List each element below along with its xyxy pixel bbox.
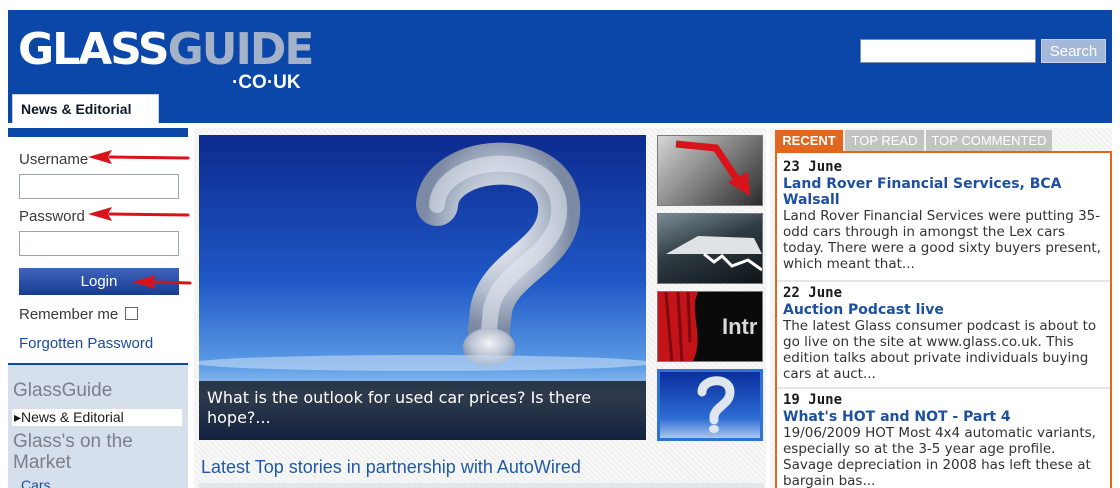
top-stories-rule	[199, 483, 764, 488]
thumbnail-question-mark[interactable]	[657, 369, 763, 441]
nav-item-cars[interactable]: Cars	[21, 477, 51, 488]
thumbnail-curtain[interactable]: Intr	[657, 291, 763, 362]
left-nav: GlassGuide ▸News & Editorial Glass's on …	[8, 365, 188, 488]
search-input[interactable]	[860, 39, 1036, 63]
forgotten-password-link[interactable]: Forgotten Password	[19, 335, 153, 352]
feature-image[interactable]: What is the outlook for used car prices?…	[199, 135, 646, 440]
car-photo-icon	[666, 236, 762, 272]
story-summary: Land Rover Financial Services were putti…	[783, 208, 1101, 272]
left-column: Username Password Login Remember me Forg…	[8, 128, 188, 488]
logo-domain-text: ·CO·UK	[232, 72, 301, 93]
nav-glassguide-title[interactable]: GlassGuide	[13, 380, 112, 402]
red-arrow-icon	[675, 140, 750, 196]
top-stories-heading[interactable]: Latest Top stories in partnership with A…	[201, 457, 581, 478]
story-summary: The latest Glass consumer podcast is abo…	[783, 318, 1097, 382]
story-separator	[777, 280, 1110, 282]
password-field[interactable]	[19, 231, 179, 256]
cloud-question-icon	[697, 376, 735, 433]
story-item: 19 June What's HOT and NOT - Part 4 19/0…	[777, 392, 1110, 488]
story-date: 23 June	[783, 159, 843, 175]
thumbnail-intro-text: Intr	[722, 314, 758, 339]
logo-glass-text: GLASS	[18, 24, 170, 75]
story-item: 22 June Auction Podcast live The latest …	[777, 285, 1110, 382]
tab-news-editorial[interactable]: News & Editorial	[12, 94, 159, 123]
glassguide-logo[interactable]: GLASSGUIDE ·CO·UK	[18, 20, 318, 100]
annotation-arrow-password	[88, 207, 190, 221]
story-summary: 19/06/2009 HOT Most 4x4 automatic varian…	[783, 425, 1096, 488]
tab-recent[interactable]: RECENT	[775, 130, 843, 151]
thumbnail-car-1[interactable]	[657, 135, 763, 206]
logo-guide-text: GUIDE	[167, 24, 315, 75]
story-item: 23 June Land Rover Financial Services, B…	[777, 159, 1110, 272]
story-title-link[interactable]: Land Rover Financial Services, BCA Walsa…	[783, 176, 1104, 208]
story-title-link[interactable]: Auction Podcast live	[783, 302, 1104, 318]
tab-top-read[interactable]: TOP READ	[845, 130, 924, 151]
recent-stories-panel: 23 June Land Rover Financial Services, B…	[775, 151, 1112, 488]
page: GLASSGUIDE ·CO·UK Search News & Editoria…	[0, 0, 1120, 488]
feature-caption[interactable]: What is the outlook for used car prices?…	[199, 381, 646, 440]
annotation-arrow-username	[88, 150, 190, 164]
username-field[interactable]	[19, 174, 179, 199]
left-top-bar	[8, 128, 188, 137]
thumbnail-car-2[interactable]	[657, 213, 763, 284]
nav-item-news-editorial[interactable]: ▸News & Editorial	[12, 409, 182, 426]
username-label: Username	[19, 151, 89, 168]
nav-glass-on-the-market[interactable]: Glass's on the Market	[13, 431, 183, 473]
tab-top-commented[interactable]: TOP COMMENTED	[926, 130, 1052, 151]
story-title-link[interactable]: What's HOT and NOT - Part 4	[783, 409, 1104, 425]
remember-me-label: Remember me	[19, 306, 119, 323]
annotation-arrow-login	[132, 275, 192, 289]
story-separator	[777, 387, 1110, 389]
story-date: 22 June	[783, 285, 843, 301]
remember-me-checkbox[interactable]	[125, 307, 138, 320]
password-label: Password	[19, 208, 85, 225]
site-header: GLASSGUIDE ·CO·UK Search News & Editoria…	[8, 10, 1112, 123]
search-button[interactable]: Search	[1041, 39, 1106, 63]
story-date: 19 June	[783, 392, 843, 408]
